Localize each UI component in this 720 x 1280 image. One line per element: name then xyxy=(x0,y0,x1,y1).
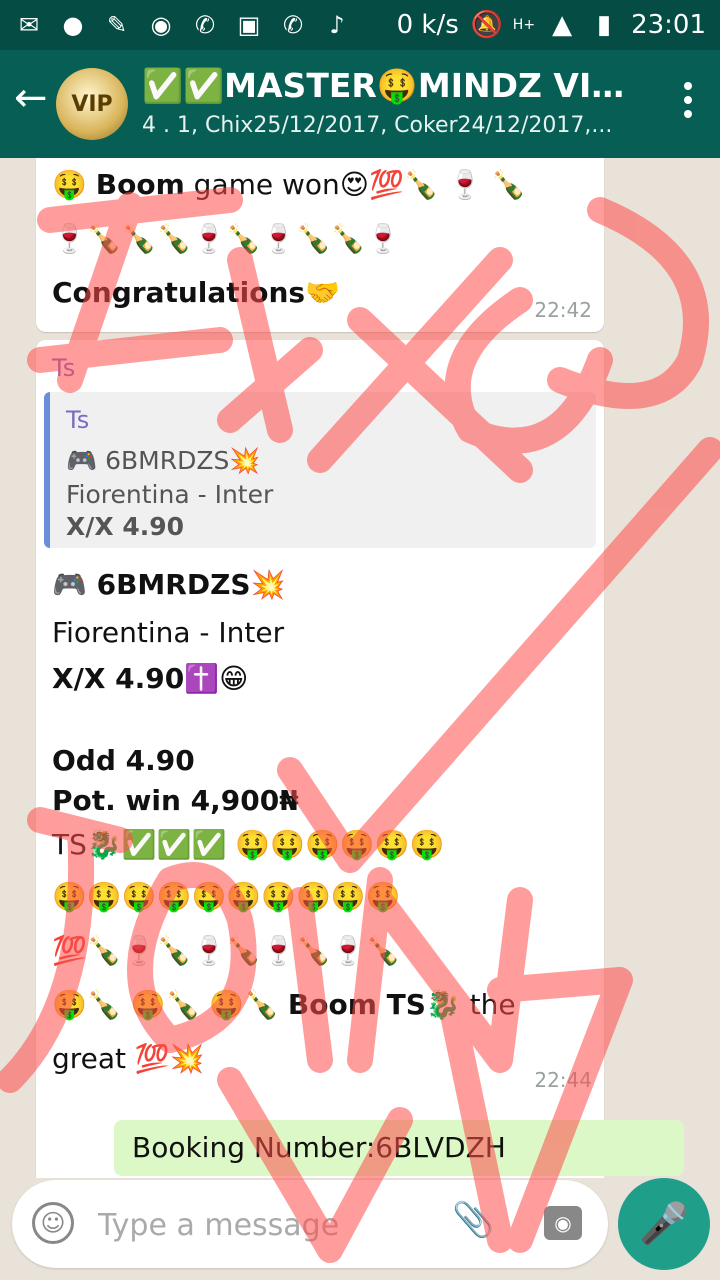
message-time: 22:42 xyxy=(534,298,592,322)
message-text: X/X 4.90✝️😁 xyxy=(52,662,249,695)
image-icon: ▣ xyxy=(237,11,261,39)
emoji-icon[interactable]: ☺ xyxy=(32,1202,74,1244)
group-members[interactable]: 4 . 1, Chix25/12/2017, Coker24/12/2017,.… xyxy=(142,113,642,138)
whatsapp-icon: ✆ xyxy=(194,11,216,39)
message-text: great 💯💥 xyxy=(52,1042,205,1075)
music-icon: ♪ xyxy=(329,11,345,39)
mic-icon[interactable]: 🎤 xyxy=(618,1178,710,1270)
network-type: H+ xyxy=(512,17,536,33)
message-text: game won😍💯🍾 🍷 🍾 xyxy=(184,168,527,201)
status-bar: ✉ ● ✎ ◉ ✆ ▣ ✆ ♪ 0 k/s 🔕 H+ ▲ ▮ 23:01 xyxy=(0,0,720,50)
arrow-left-icon[interactable]: ← xyxy=(14,78,48,118)
message-bubble[interactable]: Ts Ts 🎮 6BMRDZS💥 Fiorentina - Inter X/X … xyxy=(36,340,604,1178)
message-text: 💯🍾🍷🍾🍷🍾🍷🍾🍷🍾 xyxy=(52,934,401,967)
avatar[interactable]: VIP xyxy=(56,68,128,140)
message-bubble[interactable]: 🤑 Boom game won😍💯🍾 🍷 🍾 🍷🍾🍾🍾🍷🍾🍷🍾🍾🍷 Congra… xyxy=(36,158,604,332)
message-text: 🤑🤑🤑🤑🤑🤑🤑🤑🤑🤑 xyxy=(52,880,401,913)
message-text: Boom TS xyxy=(287,988,426,1021)
signal-icon: ▲ xyxy=(552,10,573,40)
message-text: Fiorentina - Inter xyxy=(52,616,285,649)
quoted-text: 🎮 6BMRDZS💥 xyxy=(66,446,261,475)
message-text: Odd 4.90 xyxy=(52,744,195,777)
battery-icon: ▮ xyxy=(596,10,612,40)
messenger-icon: ◉ xyxy=(150,11,172,39)
clock: 23:01 xyxy=(631,10,706,40)
message-input[interactable] xyxy=(96,1198,440,1252)
pen-icon: ✎ xyxy=(106,11,128,39)
quoted-text: X/X 4.90 xyxy=(66,512,185,541)
whatsapp-icon: ✆ xyxy=(282,11,304,39)
chat-area[interactable]: 🤑 Boom game won😍💯🍾 🍷 🍾 🍷🍾🍾🍾🍷🍾🍷🍾🍾🍷 Congra… xyxy=(0,158,720,1178)
message-text: 🤑 xyxy=(52,168,96,201)
network-speed: 0 k/s xyxy=(396,10,459,40)
message-composer: ☺ 📎 ◉ xyxy=(12,1180,608,1268)
message-text: Boom xyxy=(95,168,185,201)
outgoing-message[interactable]: Booking Number:6BLVDZH xyxy=(114,1120,684,1176)
quoted-text: Fiorentina - Inter xyxy=(66,480,274,509)
message-text: TS🐉✅✅✅ 🤑🤑🤑🤑🤑🤑 xyxy=(52,828,445,861)
circle-icon: ● xyxy=(62,11,84,39)
message-text: 🍷🍾🍾🍾🍷🍾🍷🍾🍾🍷 xyxy=(52,222,401,255)
message-text: 🎮 6BMRDZS💥 xyxy=(52,568,286,601)
more-vert-icon[interactable] xyxy=(684,82,694,124)
message-text: Congratulations🤝 xyxy=(52,276,340,309)
gmail-icon: ✉ xyxy=(18,11,40,39)
message-time: 22:44 xyxy=(534,1068,592,1092)
group-title[interactable]: ✅✅MASTER🤑MINDZ VIP'... xyxy=(142,66,642,106)
sender-name: Ts xyxy=(52,354,76,382)
message-text: 🤑🍾 🤑🍾 🤑🍾 xyxy=(52,988,288,1021)
message-text: 🐉 the xyxy=(425,988,516,1021)
quoted-message[interactable]: Ts 🎮 6BMRDZS💥 Fiorentina - Inter X/X 4.9… xyxy=(44,392,596,548)
message-text: Pot. win 4,900₦ xyxy=(52,784,299,817)
chat-header: ← VIP ✅✅MASTER🤑MINDZ VIP'... 4 . 1, Chix… xyxy=(0,50,720,158)
quoted-sender: Ts xyxy=(66,406,90,434)
mute-icon: 🔕 xyxy=(470,10,504,40)
paperclip-icon[interactable]: 📎 xyxy=(452,1200,494,1240)
camera-icon[interactable]: ◉ xyxy=(544,1206,582,1240)
notification-icons: ✉ ● ✎ ◉ ✆ ▣ ✆ ♪ xyxy=(14,11,352,39)
